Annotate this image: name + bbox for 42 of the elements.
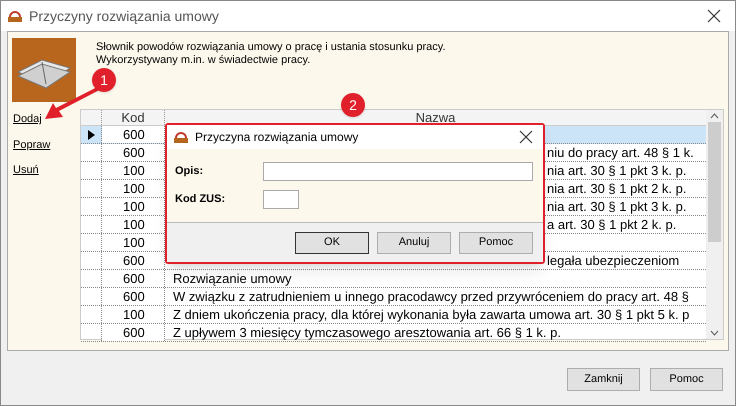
book-icon: [12, 38, 76, 102]
dialog-button[interactable]: Pomoc: [459, 232, 533, 254]
table-cell: nia art. 30 § 1 pkt 2 k. p.: [547, 181, 686, 196]
table-cell: W związku z zatrudnieniem u innego pracodawcy przed przywróceniem do pracy art. 48 §: [173, 289, 689, 304]
table-cell: a art. 30 § 1 pkt 2 k. p.: [547, 217, 676, 232]
scroll-down-icon[interactable]: [710, 330, 719, 336]
row-pointer-icon: [88, 130, 94, 140]
dialog-title: Przyczyna rozwiązania umowy: [195, 129, 358, 146]
table-row[interactable]: 600 Z upływem 3 miesięcy tymczasowego aresztowania art. 66 § 1 k. p.: [81, 324, 706, 342]
input-field[interactable]: [263, 190, 299, 209]
table-cell: 600: [102, 126, 165, 143]
table-cell: nia art. 30 § 1 pkt 3 k. p.: [547, 199, 686, 214]
dialog-button[interactable]: Anuluj: [377, 232, 451, 254]
close-icon[interactable]: [519, 130, 533, 144]
field-label: Opis:: [175, 164, 204, 180]
close-icon[interactable]: [707, 9, 721, 23]
table-cell: Z upływem 3 miesięcy tymczasowego aresztowania art. 66 § 1 k. p.: [173, 325, 561, 340]
dialog-button[interactable]: OK: [295, 232, 369, 254]
side-link[interactable]: Popraw: [13, 136, 50, 153]
help-button[interactable]: Pomoc: [650, 368, 723, 390]
table-cell: Rozwiązanie umowy: [173, 271, 292, 286]
input-field[interactable]: [263, 162, 533, 181]
table-cell: Z dniem ukończenia pracy, dla której wykonania była zawarta umowa art. 30 § 1 pkt 5 k. p: [173, 307, 690, 322]
table-row[interactable]: 600 Rozwiązanie umowy: [81, 270, 706, 288]
app-logo-icon: [7, 9, 23, 23]
app-logo-icon: [173, 130, 189, 144]
table-row[interactable]: 100 Z dniem ukończenia pracy, dla której wykonania była zawarta umowa art. 30 § 1 pkt 5 k. p: [81, 306, 706, 324]
description-text: Słownik powodów rozwiązania umowy o pracę i ustania stosunku pracy.: [96, 41, 447, 54]
scrollbar[interactable]: [706, 110, 723, 339]
table-cell: niu do pracy art. 48 § 1 k.: [547, 145, 694, 160]
table-cell: nia art. 30 § 1 pkt 3 k. p.: [547, 163, 686, 178]
table-cell: 600: [102, 324, 165, 341]
scroll-up-icon[interactable]: [710, 113, 719, 119]
side-link[interactable]: Dodaj: [13, 111, 42, 128]
window-title: Przyczyny rozwiązania umowy: [29, 6, 219, 26]
column-header[interactable]: Kod: [102, 110, 165, 125]
side-link[interactable]: Usuń: [13, 162, 39, 178]
field-label: Kod ZUS:: [175, 192, 226, 208]
table-row[interactable]: 600 W związku z zatrudnieniem u innego pracodawcy przed przywróceniem do pracy art. 48 §: [81, 288, 706, 306]
table-cell: legała ubezpieczeniom: [547, 253, 680, 268]
close-window-button[interactable]: Zamknij: [567, 368, 640, 390]
description-text: Wykorzystywany m.in. w świadectwie pracy.: [96, 54, 312, 67]
